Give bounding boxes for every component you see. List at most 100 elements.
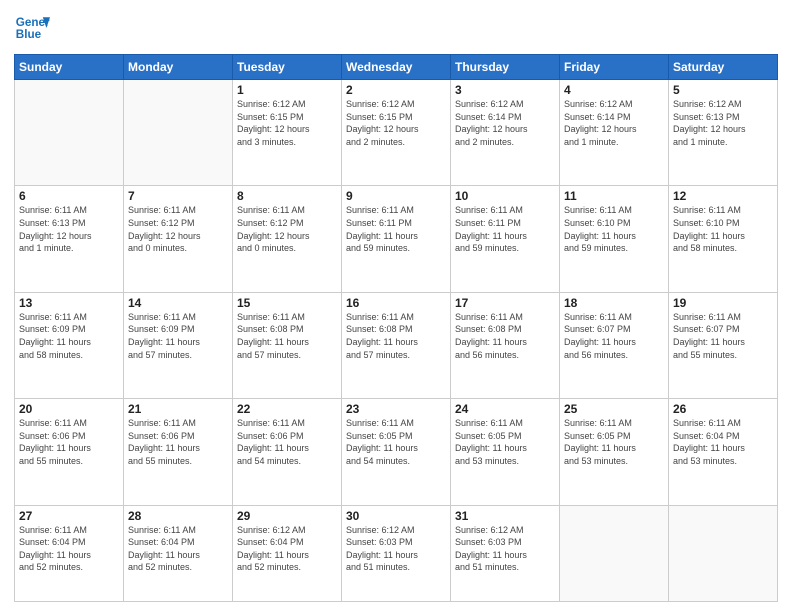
day-number: 1 — [237, 83, 337, 97]
calendar-cell: 16Sunrise: 6:11 AM Sunset: 6:08 PM Dayli… — [342, 292, 451, 398]
day-info: Sunrise: 6:11 AM Sunset: 6:08 PM Dayligh… — [237, 311, 337, 361]
day-number: 8 — [237, 189, 337, 203]
calendar-cell: 31Sunrise: 6:12 AM Sunset: 6:03 PM Dayli… — [451, 505, 560, 601]
calendar-week-2: 6Sunrise: 6:11 AM Sunset: 6:13 PM Daylig… — [15, 186, 778, 292]
day-info: Sunrise: 6:11 AM Sunset: 6:06 PM Dayligh… — [237, 417, 337, 467]
day-info: Sunrise: 6:11 AM Sunset: 6:09 PM Dayligh… — [128, 311, 228, 361]
weekday-header-thursday: Thursday — [451, 55, 560, 80]
day-number: 6 — [19, 189, 119, 203]
calendar-cell: 17Sunrise: 6:11 AM Sunset: 6:08 PM Dayli… — [451, 292, 560, 398]
day-number: 22 — [237, 402, 337, 416]
calendar-cell — [669, 505, 778, 601]
day-info: Sunrise: 6:11 AM Sunset: 6:06 PM Dayligh… — [19, 417, 119, 467]
day-number: 3 — [455, 83, 555, 97]
calendar-cell: 13Sunrise: 6:11 AM Sunset: 6:09 PM Dayli… — [15, 292, 124, 398]
calendar-cell — [560, 505, 669, 601]
day-number: 29 — [237, 509, 337, 523]
day-number: 24 — [455, 402, 555, 416]
day-info: Sunrise: 6:11 AM Sunset: 6:12 PM Dayligh… — [128, 204, 228, 254]
calendar-cell: 26Sunrise: 6:11 AM Sunset: 6:04 PM Dayli… — [669, 399, 778, 505]
calendar-table: SundayMondayTuesdayWednesdayThursdayFrid… — [14, 54, 778, 602]
day-number: 14 — [128, 296, 228, 310]
svg-text:Blue: Blue — [16, 28, 42, 41]
calendar-cell: 23Sunrise: 6:11 AM Sunset: 6:05 PM Dayli… — [342, 399, 451, 505]
day-number: 11 — [564, 189, 664, 203]
day-number: 31 — [455, 509, 555, 523]
calendar-cell: 4Sunrise: 6:12 AM Sunset: 6:14 PM Daylig… — [560, 80, 669, 186]
weekday-header-tuesday: Tuesday — [233, 55, 342, 80]
day-number: 27 — [19, 509, 119, 523]
day-info: Sunrise: 6:11 AM Sunset: 6:04 PM Dayligh… — [19, 524, 119, 574]
weekday-header-saturday: Saturday — [669, 55, 778, 80]
day-info: Sunrise: 6:11 AM Sunset: 6:10 PM Dayligh… — [564, 204, 664, 254]
weekday-header-monday: Monday — [124, 55, 233, 80]
day-info: Sunrise: 6:11 AM Sunset: 6:08 PM Dayligh… — [455, 311, 555, 361]
day-number: 21 — [128, 402, 228, 416]
calendar-cell: 1Sunrise: 6:12 AM Sunset: 6:15 PM Daylig… — [233, 80, 342, 186]
day-info: Sunrise: 6:12 AM Sunset: 6:03 PM Dayligh… — [346, 524, 446, 574]
calendar-week-1: 1Sunrise: 6:12 AM Sunset: 6:15 PM Daylig… — [15, 80, 778, 186]
calendar-cell: 25Sunrise: 6:11 AM Sunset: 6:05 PM Dayli… — [560, 399, 669, 505]
day-info: Sunrise: 6:11 AM Sunset: 6:05 PM Dayligh… — [346, 417, 446, 467]
weekday-header-friday: Friday — [560, 55, 669, 80]
calendar-cell: 11Sunrise: 6:11 AM Sunset: 6:10 PM Dayli… — [560, 186, 669, 292]
calendar-cell: 21Sunrise: 6:11 AM Sunset: 6:06 PM Dayli… — [124, 399, 233, 505]
day-info: Sunrise: 6:12 AM Sunset: 6:14 PM Dayligh… — [455, 98, 555, 148]
day-number: 10 — [455, 189, 555, 203]
day-info: Sunrise: 6:12 AM Sunset: 6:03 PM Dayligh… — [455, 524, 555, 574]
day-number: 26 — [673, 402, 773, 416]
day-number: 5 — [673, 83, 773, 97]
day-number: 13 — [19, 296, 119, 310]
day-info: Sunrise: 6:12 AM Sunset: 6:13 PM Dayligh… — [673, 98, 773, 148]
calendar-cell: 27Sunrise: 6:11 AM Sunset: 6:04 PM Dayli… — [15, 505, 124, 601]
page: General Blue SundayMondayTuesdayWednesda… — [0, 0, 792, 612]
day-info: Sunrise: 6:11 AM Sunset: 6:04 PM Dayligh… — [128, 524, 228, 574]
calendar-cell: 2Sunrise: 6:12 AM Sunset: 6:15 PM Daylig… — [342, 80, 451, 186]
calendar-cell: 6Sunrise: 6:11 AM Sunset: 6:13 PM Daylig… — [15, 186, 124, 292]
header: General Blue — [14, 10, 778, 46]
day-info: Sunrise: 6:11 AM Sunset: 6:09 PM Dayligh… — [19, 311, 119, 361]
day-number: 23 — [346, 402, 446, 416]
day-info: Sunrise: 6:11 AM Sunset: 6:05 PM Dayligh… — [564, 417, 664, 467]
calendar-cell: 3Sunrise: 6:12 AM Sunset: 6:14 PM Daylig… — [451, 80, 560, 186]
day-info: Sunrise: 6:11 AM Sunset: 6:05 PM Dayligh… — [455, 417, 555, 467]
calendar-cell: 28Sunrise: 6:11 AM Sunset: 6:04 PM Dayli… — [124, 505, 233, 601]
calendar-cell: 5Sunrise: 6:12 AM Sunset: 6:13 PM Daylig… — [669, 80, 778, 186]
calendar-cell: 24Sunrise: 6:11 AM Sunset: 6:05 PM Dayli… — [451, 399, 560, 505]
calendar-week-3: 13Sunrise: 6:11 AM Sunset: 6:09 PM Dayli… — [15, 292, 778, 398]
day-info: Sunrise: 6:11 AM Sunset: 6:11 PM Dayligh… — [455, 204, 555, 254]
day-info: Sunrise: 6:11 AM Sunset: 6:13 PM Dayligh… — [19, 204, 119, 254]
calendar-cell: 14Sunrise: 6:11 AM Sunset: 6:09 PM Dayli… — [124, 292, 233, 398]
generalblue-logo-icon: General Blue — [14, 10, 50, 46]
calendar-cell: 10Sunrise: 6:11 AM Sunset: 6:11 PM Dayli… — [451, 186, 560, 292]
day-number: 20 — [19, 402, 119, 416]
calendar-cell: 9Sunrise: 6:11 AM Sunset: 6:11 PM Daylig… — [342, 186, 451, 292]
calendar-cell: 19Sunrise: 6:11 AM Sunset: 6:07 PM Dayli… — [669, 292, 778, 398]
calendar-week-4: 20Sunrise: 6:11 AM Sunset: 6:06 PM Dayli… — [15, 399, 778, 505]
day-info: Sunrise: 6:11 AM Sunset: 6:08 PM Dayligh… — [346, 311, 446, 361]
day-info: Sunrise: 6:11 AM Sunset: 6:04 PM Dayligh… — [673, 417, 773, 467]
day-number: 28 — [128, 509, 228, 523]
calendar-cell: 7Sunrise: 6:11 AM Sunset: 6:12 PM Daylig… — [124, 186, 233, 292]
logo: General Blue — [14, 10, 50, 46]
day-number: 2 — [346, 83, 446, 97]
calendar-cell: 8Sunrise: 6:11 AM Sunset: 6:12 PM Daylig… — [233, 186, 342, 292]
calendar-week-5: 27Sunrise: 6:11 AM Sunset: 6:04 PM Dayli… — [15, 505, 778, 601]
day-number: 30 — [346, 509, 446, 523]
calendar-cell: 29Sunrise: 6:12 AM Sunset: 6:04 PM Dayli… — [233, 505, 342, 601]
day-number: 17 — [455, 296, 555, 310]
day-number: 9 — [346, 189, 446, 203]
day-number: 25 — [564, 402, 664, 416]
day-info: Sunrise: 6:12 AM Sunset: 6:14 PM Dayligh… — [564, 98, 664, 148]
day-info: Sunrise: 6:12 AM Sunset: 6:15 PM Dayligh… — [346, 98, 446, 148]
day-number: 16 — [346, 296, 446, 310]
day-number: 4 — [564, 83, 664, 97]
day-info: Sunrise: 6:12 AM Sunset: 6:15 PM Dayligh… — [237, 98, 337, 148]
day-number: 12 — [673, 189, 773, 203]
day-info: Sunrise: 6:11 AM Sunset: 6:07 PM Dayligh… — [564, 311, 664, 361]
calendar-cell — [124, 80, 233, 186]
calendar-cell: 15Sunrise: 6:11 AM Sunset: 6:08 PM Dayli… — [233, 292, 342, 398]
day-info: Sunrise: 6:11 AM Sunset: 6:06 PM Dayligh… — [128, 417, 228, 467]
calendar-cell: 20Sunrise: 6:11 AM Sunset: 6:06 PM Dayli… — [15, 399, 124, 505]
calendar-cell — [15, 80, 124, 186]
